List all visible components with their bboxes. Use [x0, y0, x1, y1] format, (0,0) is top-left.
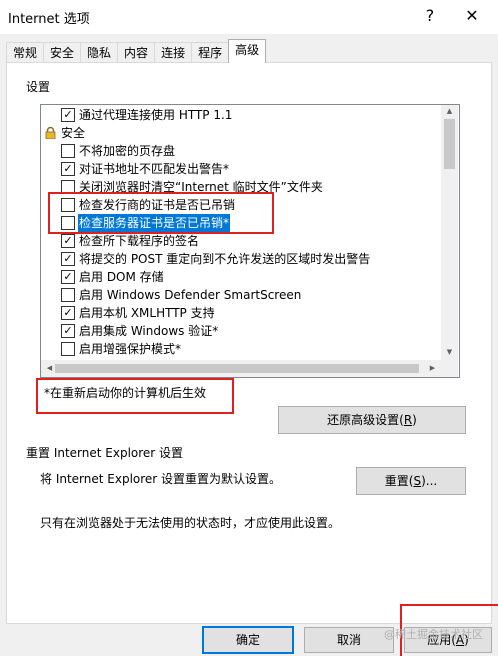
watermark: @稀土掘金技术社区: [384, 628, 483, 641]
scroll-down-icon[interactable]: ▼: [441, 348, 458, 356]
checkbox-checked[interactable]: ✓: [61, 252, 75, 266]
tab-security[interactable]: 安全: [43, 42, 82, 63]
tab-strip: 常规 安全 隐私 内容 连接 程序 高级: [6, 39, 267, 63]
checkbox-checked[interactable]: ✓: [61, 108, 75, 122]
scroll-right-icon[interactable]: ▶: [424, 364, 441, 372]
close-icon[interactable]: ✕: [460, 4, 484, 28]
restart-note: *在重新启动你的计算机后生效: [44, 386, 207, 400]
settings-list[interactable]: ✓ 通过代理连接使用 HTTP 1.1 安全 不将加密的页存盘 ✓ 对证书地址不…: [40, 104, 460, 378]
lock-icon: [45, 127, 56, 139]
tab-privacy[interactable]: 隐私: [80, 42, 119, 63]
checkbox-checked[interactable]: ✓: [61, 270, 75, 284]
checkbox-unchecked[interactable]: [61, 288, 75, 302]
tab-connections[interactable]: 连接: [154, 42, 193, 63]
horizontal-scrollbar[interactable]: ◀ ▶: [41, 360, 441, 377]
scroll-thumb[interactable]: [55, 364, 419, 373]
reset-description: 将 Internet Explorer 设置重置为默认设置。: [40, 472, 282, 486]
checkbox-checked[interactable]: ✓: [61, 234, 75, 248]
window-title: Internet 选项: [8, 12, 90, 27]
settings-section-label: 设置: [26, 80, 51, 94]
checkbox-unchecked[interactable]: [61, 144, 75, 158]
scroll-up-icon[interactable]: ▲: [441, 107, 458, 115]
scroll-thumb[interactable]: [444, 119, 455, 169]
vertical-scrollbar[interactable]: ▲ ▼: [441, 105, 458, 360]
cancel-button[interactable]: 取消: [304, 627, 394, 653]
checkbox-checked[interactable]: ✓: [61, 324, 75, 338]
reset-section-label: 重置 Internet Explorer 设置: [26, 446, 184, 460]
tab-programs[interactable]: 程序: [191, 42, 230, 63]
checkbox-unchecked[interactable]: [61, 342, 75, 356]
tab-advanced[interactable]: 高级: [228, 39, 267, 63]
checkbox-checked[interactable]: ✓: [61, 162, 75, 176]
scroll-corner: [441, 360, 458, 377]
title-bar: Internet 选项 ? ✕: [0, 0, 498, 34]
reset-button[interactable]: 重置(S)...: [356, 467, 466, 495]
restore-advanced-button[interactable]: 还原高级设置(R): [278, 406, 466, 434]
ok-button[interactable]: 确定: [202, 626, 294, 654]
checkbox-checked[interactable]: ✓: [61, 306, 75, 320]
reset-note: 只有在浏览器处于无法使用的状态时，才应使用此设置。: [40, 516, 341, 530]
tab-content[interactable]: 内容: [117, 42, 156, 63]
tab-general[interactable]: 常规: [6, 42, 45, 63]
annotation-box: [48, 192, 274, 234]
help-button[interactable]: ?: [418, 4, 442, 28]
